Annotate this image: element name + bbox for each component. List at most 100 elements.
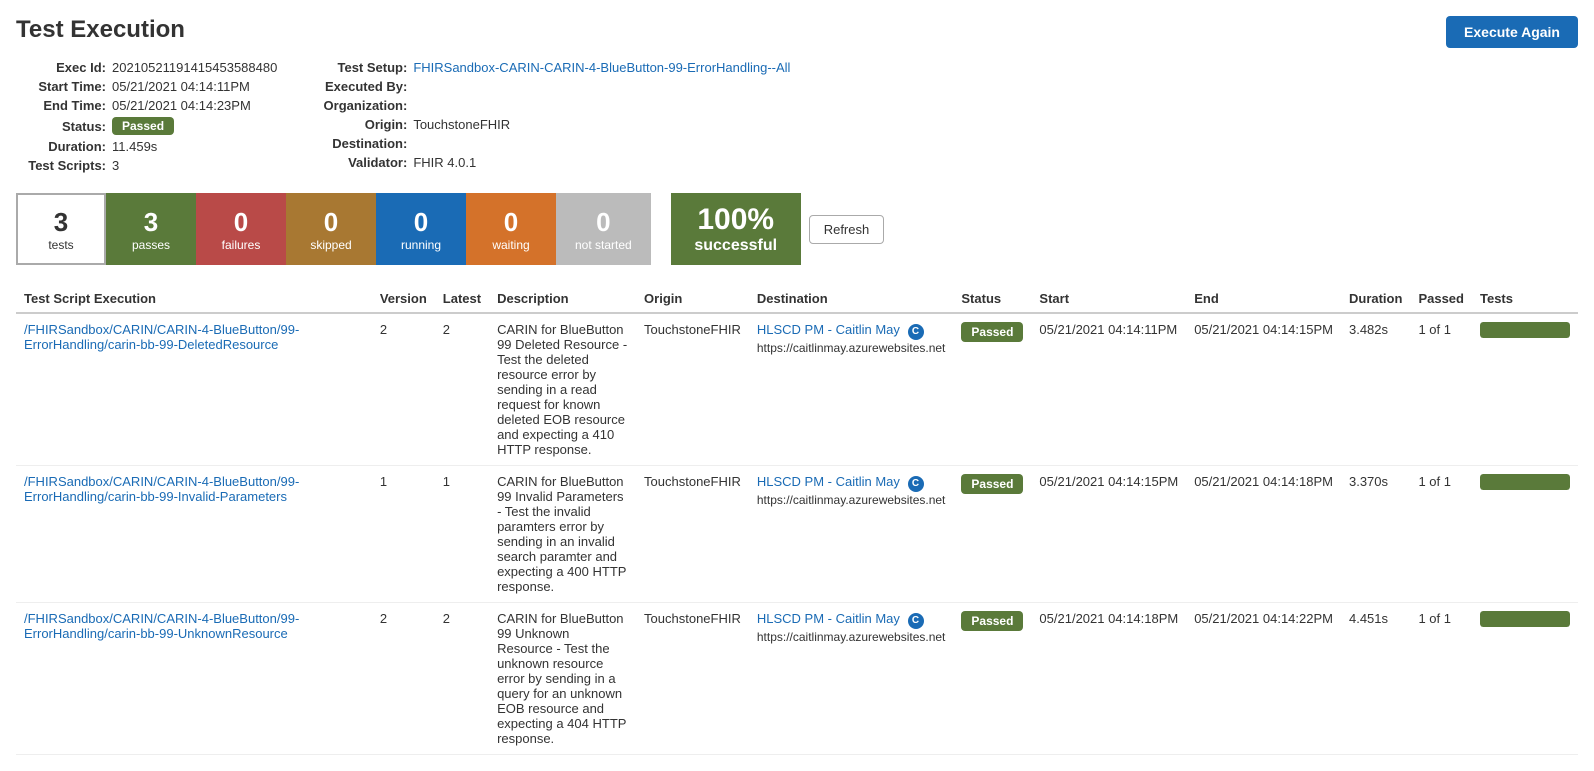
status-badge-1: Passed xyxy=(961,474,1023,494)
passes-number: 3 xyxy=(144,207,158,238)
test-setup-link[interactable]: FHIRSandbox-CARIN-CARIN-4-BlueButton-99-… xyxy=(413,60,790,75)
origin-label: Origin: xyxy=(317,117,407,132)
cell-origin-1: TouchstoneFHIR xyxy=(636,466,749,603)
skipped-label: skipped xyxy=(310,238,351,252)
c-badge-0: C xyxy=(908,324,924,340)
stat-waiting: 0 waiting xyxy=(466,193,556,265)
not-started-number: 0 xyxy=(596,207,610,238)
script-link-2[interactable]: /FHIRSandbox/CARIN/CARIN-4-BlueButton/99… xyxy=(24,611,299,641)
cell-version-1: 1 xyxy=(372,466,435,603)
duration-value: 11.459s xyxy=(112,139,157,154)
stat-skipped: 0 skipped xyxy=(286,193,376,265)
waiting-label: waiting xyxy=(492,238,529,252)
cell-end-0: 05/21/2021 04:14:15PM xyxy=(1186,313,1341,466)
exec-id-value: 20210521191415453588480 xyxy=(112,60,277,75)
col-script: Test Script Execution xyxy=(16,285,372,313)
col-tests: Tests xyxy=(1472,285,1578,313)
organization-label: Organization: xyxy=(317,98,407,113)
test-scripts-label: Test Scripts: xyxy=(16,158,106,173)
cell-passed-2: 1 of 1 xyxy=(1410,603,1472,755)
table-row: /FHIRSandbox/CARIN/CARIN-4-BlueButton/99… xyxy=(16,466,1578,603)
cell-destination-1: HLSCD PM - Caitlin May C https://caitlin… xyxy=(749,466,954,603)
executed-by-label: Executed By: xyxy=(317,79,407,94)
cell-origin-2: TouchstoneFHIR xyxy=(636,603,749,755)
stat-total: 3 tests xyxy=(16,193,106,265)
validator-value: FHIR 4.0.1 xyxy=(413,155,476,170)
status-label: Status: xyxy=(16,119,106,134)
cell-status-0: Passed xyxy=(953,313,1031,466)
col-end: End xyxy=(1186,285,1341,313)
cell-status-1: Passed xyxy=(953,466,1031,603)
success-pct: 100% xyxy=(697,203,774,237)
c-badge-2: C xyxy=(908,613,924,629)
cell-script-0: /FHIRSandbox/CARIN/CARIN-4-BlueButton/99… xyxy=(16,313,372,466)
test-setup-label: Test Setup: xyxy=(317,60,407,75)
destination-label: Destination: xyxy=(317,136,407,151)
failures-label: failures xyxy=(222,238,261,252)
validator-label: Validator: xyxy=(317,155,407,170)
status-badge: Passed xyxy=(112,117,174,135)
cell-status-2: Passed xyxy=(953,603,1031,755)
cell-tests-1 xyxy=(1472,466,1578,603)
running-label: running xyxy=(401,238,441,252)
exec-id-label: Exec Id: xyxy=(16,60,106,75)
failures-number: 0 xyxy=(234,207,248,238)
success-label: successful xyxy=(694,237,777,255)
cell-end-1: 05/21/2021 04:14:18PM xyxy=(1186,466,1341,603)
col-origin: Origin xyxy=(636,285,749,313)
total-label: tests xyxy=(48,238,73,252)
meta-right: Test Setup: FHIRSandbox-CARIN-CARIN-4-Bl… xyxy=(317,60,790,173)
cell-description-2: CARIN for BlueButton 99 Unknown Resource… xyxy=(489,603,636,755)
test-scripts-value: 3 xyxy=(112,158,119,173)
passes-label: passes xyxy=(132,238,170,252)
end-time-label: End Time: xyxy=(16,98,106,113)
table-row: /FHIRSandbox/CARIN/CARIN-4-BlueButton/99… xyxy=(16,313,1578,466)
stat-running: 0 running xyxy=(376,193,466,265)
cell-start-2: 05/21/2021 04:14:18PM xyxy=(1031,603,1186,755)
col-destination: Destination xyxy=(749,285,954,313)
cell-start-1: 05/21/2021 04:14:15PM xyxy=(1031,466,1186,603)
col-passed: Passed xyxy=(1410,285,1472,313)
progress-bar-container-0 xyxy=(1480,322,1570,338)
stat-failures: 0 failures xyxy=(196,193,286,265)
progress-bar-fill-2 xyxy=(1480,611,1570,627)
running-number: 0 xyxy=(414,207,428,238)
execute-again-button[interactable]: Execute Again xyxy=(1446,16,1578,48)
page-title: Test Execution xyxy=(16,16,185,44)
cell-latest-2: 2 xyxy=(435,603,489,755)
progress-bar-container-1 xyxy=(1480,474,1570,490)
script-link-0[interactable]: /FHIRSandbox/CARIN/CARIN-4-BlueButton/99… xyxy=(24,322,299,352)
meta-left: Exec Id: 20210521191415453588480 Start T… xyxy=(16,60,277,173)
cell-origin-0: TouchstoneFHIR xyxy=(636,313,749,466)
skipped-number: 0 xyxy=(324,207,338,238)
status-badge-0: Passed xyxy=(961,322,1023,342)
progress-bar-fill-1 xyxy=(1480,474,1570,490)
total-number: 3 xyxy=(54,207,68,238)
col-status: Status xyxy=(953,285,1031,313)
destination-name-2[interactable]: HLSCD PM - Caitlin May xyxy=(757,611,900,626)
table-header-row: Test Script Execution Version Latest Des… xyxy=(16,285,1578,313)
not-started-label: not started xyxy=(575,238,632,252)
results-table: Test Script Execution Version Latest Des… xyxy=(16,285,1578,755)
cell-duration-1: 3.370s xyxy=(1341,466,1410,603)
progress-bar-fill-0 xyxy=(1480,322,1570,338)
stat-not-started: 0 not started xyxy=(556,193,651,265)
cell-start-0: 05/21/2021 04:14:11PM xyxy=(1031,313,1186,466)
col-latest: Latest xyxy=(435,285,489,313)
destination-url-1: https://caitlinmay.azurewebsites.net xyxy=(757,493,946,507)
destination-name-1[interactable]: HLSCD PM - Caitlin May xyxy=(757,474,900,489)
refresh-button[interactable]: Refresh xyxy=(809,215,885,244)
cell-version-0: 2 xyxy=(372,313,435,466)
script-link-1[interactable]: /FHIRSandbox/CARIN/CARIN-4-BlueButton/99… xyxy=(24,474,299,504)
progress-bar-container-2 xyxy=(1480,611,1570,627)
destination-name-0[interactable]: HLSCD PM - Caitlin May xyxy=(757,322,900,337)
cell-description-1: CARIN for BlueButton 99 Invalid Paramete… xyxy=(489,466,636,603)
cell-version-2: 2 xyxy=(372,603,435,755)
cell-duration-0: 3.482s xyxy=(1341,313,1410,466)
cell-passed-1: 1 of 1 xyxy=(1410,466,1472,603)
col-start: Start xyxy=(1031,285,1186,313)
origin-value: TouchstoneFHIR xyxy=(413,117,510,132)
cell-latest-0: 2 xyxy=(435,313,489,466)
col-version: Version xyxy=(372,285,435,313)
cell-passed-0: 1 of 1 xyxy=(1410,313,1472,466)
